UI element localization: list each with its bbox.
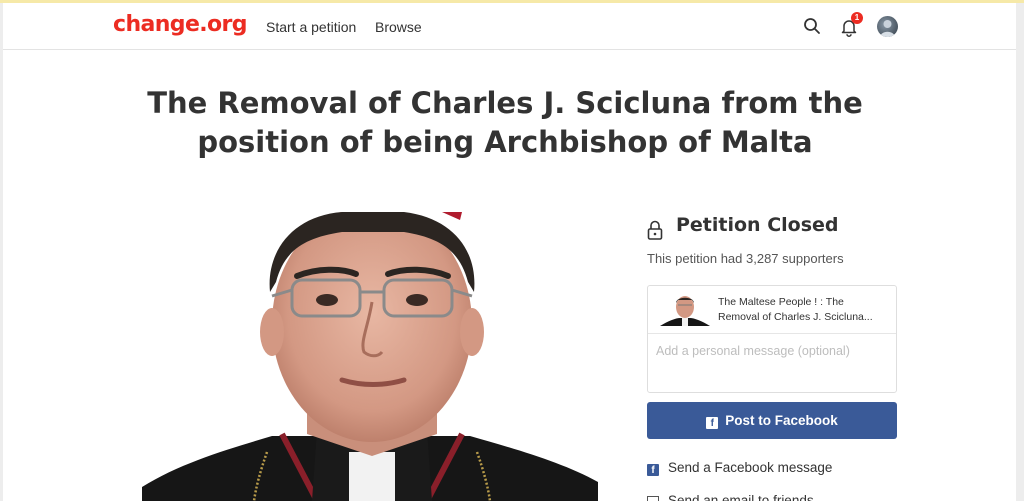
change-org-logo[interactable]: change.org: [113, 12, 248, 37]
facebook-icon: f: [706, 417, 719, 429]
nav-start-petition[interactable]: Start a petition: [266, 19, 356, 35]
post-to-facebook-button[interactable]: f Post to Facebook: [647, 402, 897, 439]
post-to-facebook-label: Post to Facebook: [725, 413, 838, 428]
petition-photo: [142, 212, 598, 501]
notification-badge: 1: [851, 12, 863, 24]
share-preview: The Maltese People ! : The Removal of Ch…: [648, 286, 896, 334]
facebook-messenger-icon: f: [647, 464, 659, 476]
petition-thumbnail: [660, 293, 710, 326]
petition-title: The Removal of Charles J. Scicluna from …: [147, 86, 863, 159]
petition-status-title: Petition Closed: [676, 214, 839, 236]
share-card: The Maltese People ! : The Removal of Ch…: [647, 285, 897, 393]
user-avatar[interactable]: [877, 16, 898, 37]
window-frame-right: [1016, 3, 1024, 501]
nav-browse[interactable]: Browse: [375, 19, 422, 35]
share-preview-text: The Maltese People ! : The Removal of Ch…: [718, 296, 873, 323]
mail-icon: [647, 496, 659, 501]
lock-icon: [647, 220, 663, 240]
petition-status: Petition Closed: [645, 214, 839, 240]
send-facebook-message-label: Send a Facebook message: [668, 460, 833, 475]
site-header: change.org Start a petition Browse 1: [3, 3, 1016, 50]
personal-message-input[interactable]: [656, 344, 888, 384]
send-email-link[interactable]: Send an email to friends: [647, 493, 814, 501]
send-email-label: Send an email to friends: [668, 493, 814, 501]
search-icon[interactable]: [803, 17, 821, 35]
send-facebook-message-link[interactable]: f Send a Facebook message: [647, 460, 832, 476]
window-frame-left: [0, 3, 3, 501]
supporters-count: This petition had 3,287 supporters: [647, 251, 844, 266]
